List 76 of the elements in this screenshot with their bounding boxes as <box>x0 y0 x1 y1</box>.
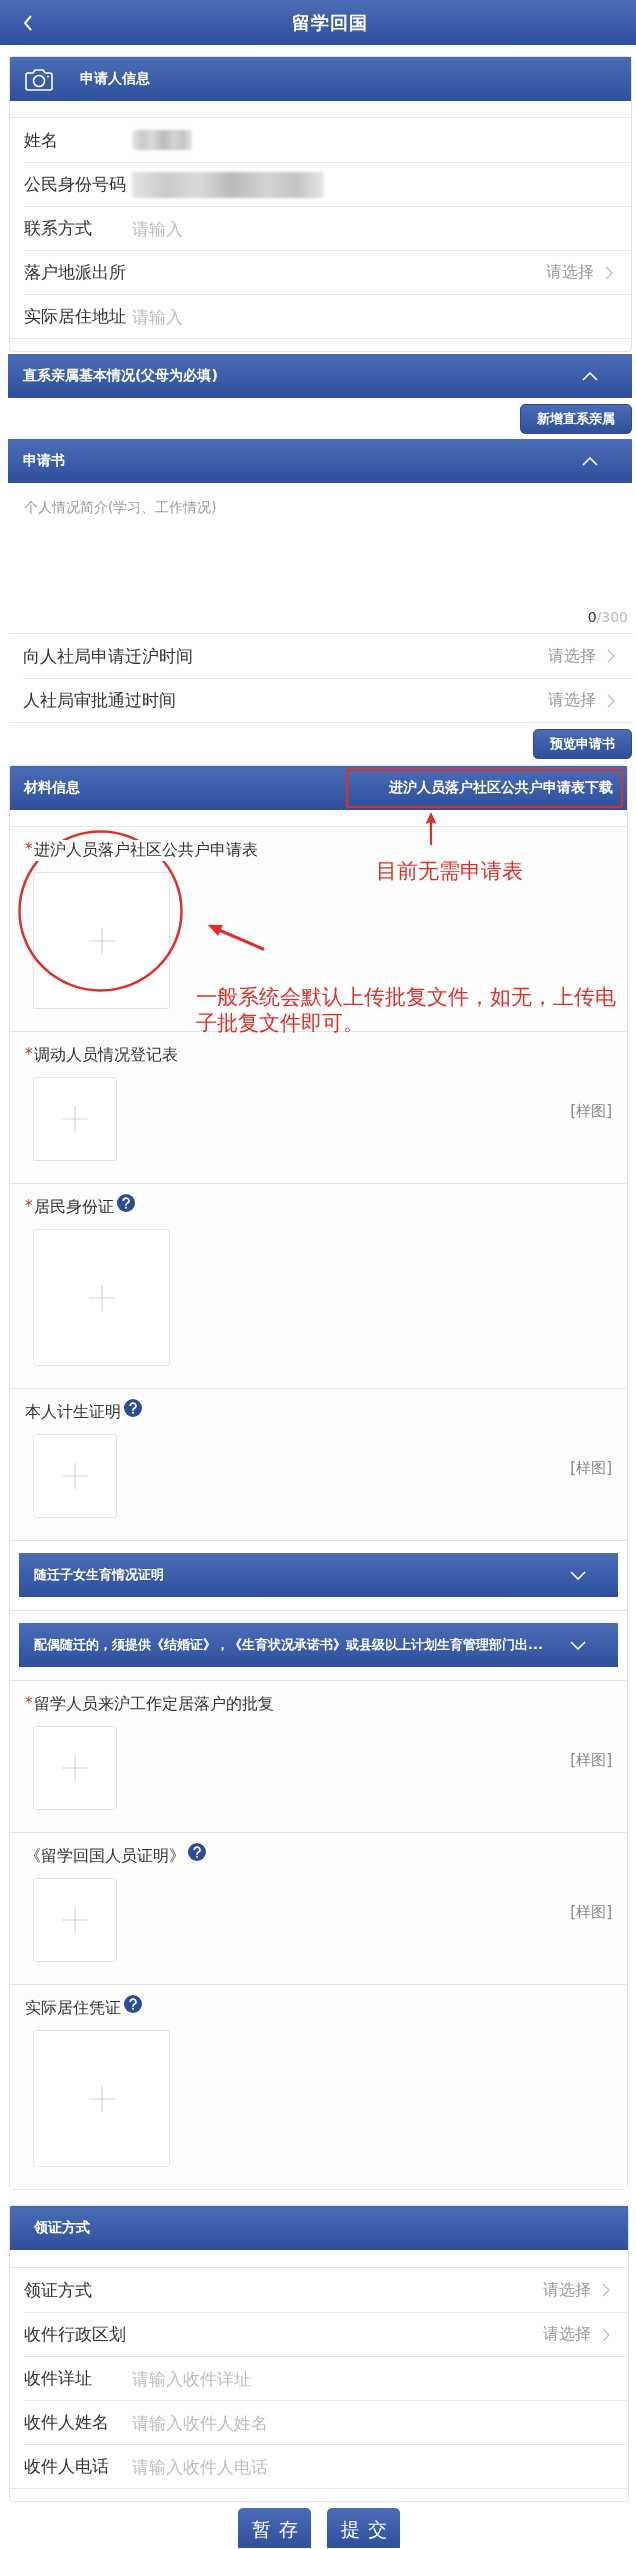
blurred-value <box>132 130 192 150</box>
sample-link[interactable]: [样图] <box>570 1101 612 1121</box>
help-icon[interactable] <box>188 1842 206 1861</box>
annotation-note: 目前无需申请表 <box>376 858 523 884</box>
chevron-right-icon <box>607 649 615 663</box>
field-label: 落户地派出所 <box>24 261 127 284</box>
action-button[interactable]: 暂存 <box>238 2508 311 2548</box>
field-label: 公民身份号码 <box>24 173 127 196</box>
chevron-up-icon[interactable] <box>582 371 598 381</box>
field-label: 收件人姓名 <box>24 2411 110 2434</box>
help-icon[interactable] <box>116 1193 135 1212</box>
help-icon[interactable] <box>124 1398 142 1417</box>
field-label: 收件行政区划 <box>24 2323 127 2346</box>
panel-title: 随迁子女生育情况证明 <box>34 1566 164 1584</box>
chevron-left-icon[interactable] <box>23 14 33 31</box>
upload-label: 居民身份证 <box>33 1196 114 1218</box>
download-link[interactable]: 进沪人员落户社区公共户申请表下载 <box>389 779 613 797</box>
textarea-field[interactable]: 个人情况简介(学习、工作情况) <box>24 497 628 607</box>
select-field[interactable]: 请选择 <box>548 690 615 711</box>
chevron-right-icon <box>607 693 615 708</box>
plus-icon <box>62 1463 88 1489</box>
select-field[interactable]: 请选择 <box>543 2324 610 2345</box>
field-label: 实际居住地址 <box>24 305 127 328</box>
chevron-right-icon <box>602 2283 610 2297</box>
plus-icon <box>62 1907 88 1933</box>
upload-label: 本人计生证明 <box>25 1401 121 1423</box>
input-field[interactable]: 请输入收件详址 <box>132 2364 610 2393</box>
upload-label: 进沪人员落户社区公共户申请表 <box>33 839 258 861</box>
chevron-down-icon[interactable] <box>570 1640 586 1650</box>
plus-icon <box>62 1106 88 1132</box>
section-title: 申请人信息 <box>80 70 150 88</box>
field-label: 姓名 <box>24 128 59 152</box>
upload-label: 调动人员情况登记表 <box>33 1044 178 1066</box>
panel-title: 配偶随迁的，须提供《结婚证》，《生育状况承诺书》或县级以上计划生育管理部门出... <box>34 1636 543 1654</box>
sample-link[interactable]: [样图] <box>570 1750 612 1770</box>
select-field[interactable]: 请选择 <box>543 2279 610 2301</box>
annotation-note: 一般系统会默认上传批复文件，如无，上传电子批复文件即可。 <box>196 984 616 1036</box>
section-title: 申请书 <box>23 452 65 470</box>
panel-header[interactable]: 随迁子女生育情况证明 <box>19 1553 618 1597</box>
sample-link[interactable]: [样图] <box>570 1458 612 1478</box>
upload-box[interactable] <box>33 872 170 1009</box>
sample-link[interactable]: [样图] <box>570 1902 612 1922</box>
annotation-arrow <box>424 812 438 845</box>
select-field[interactable]: 请选择 <box>548 645 615 667</box>
field-label: 领证方式 <box>24 2278 93 2302</box>
field-label: 收件人电话 <box>24 2455 110 2478</box>
input-field[interactable]: 请输入 <box>132 214 613 243</box>
chevron-down-icon[interactable] <box>570 1570 586 1580</box>
plus-icon <box>88 2085 115 2112</box>
add-relative-button[interactable]: 新增直系亲属 <box>520 404 632 434</box>
action-button[interactable]: 提交 <box>327 2508 400 2548</box>
plus-icon <box>88 927 115 954</box>
field-label: 向人社局申请迁沪时间 <box>23 644 193 668</box>
field-label: 联系方式 <box>24 217 93 240</box>
chevron-right-icon <box>602 2327 610 2342</box>
section-title: 材料信息 <box>24 779 80 797</box>
field-label: 人社局审批通过时间 <box>23 689 176 712</box>
preview-button[interactable]: 预览申请书 <box>533 729 632 759</box>
select-field[interactable]: 请选择 <box>546 262 613 283</box>
chevron-right-icon <box>605 265 613 280</box>
field-label: 收件详址 <box>24 2367 93 2390</box>
input-field[interactable]: 请输入收件人电话 <box>132 2452 610 2481</box>
section-title: 领证方式 <box>34 2219 90 2237</box>
chevron-up-icon[interactable] <box>582 456 598 466</box>
upload-label: 实际居住凭证 <box>25 1997 121 2019</box>
plus-icon <box>62 1755 88 1781</box>
panel-header[interactable]: 配偶随迁的，须提供《结婚证》，《生育状况承诺书》或县级以上计划生育管理部门出... <box>19 1623 618 1667</box>
plus-icon <box>88 1284 115 1311</box>
upload-label: 留学人员来沪工作定居落户的批复 <box>33 1693 274 1715</box>
section-title: 直系亲属基本情况(父母为必填) <box>23 367 218 385</box>
help-icon[interactable] <box>124 1994 142 2013</box>
page-title: 留学回国 <box>291 10 368 35</box>
input-field[interactable]: 请输入收件人姓名 <box>132 2408 610 2437</box>
camera-icon <box>25 67 53 91</box>
input-field[interactable]: 请输入 <box>132 302 613 331</box>
character-counter: 0/300 <box>587 608 628 627</box>
